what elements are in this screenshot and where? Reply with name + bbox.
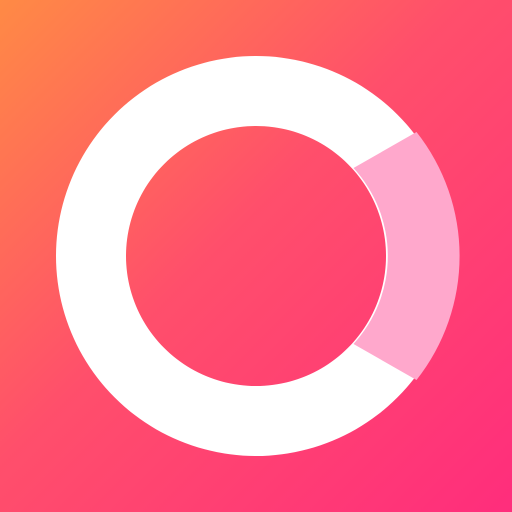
app-icon [0, 0, 512, 512]
ring-logo-icon [0, 0, 512, 512]
